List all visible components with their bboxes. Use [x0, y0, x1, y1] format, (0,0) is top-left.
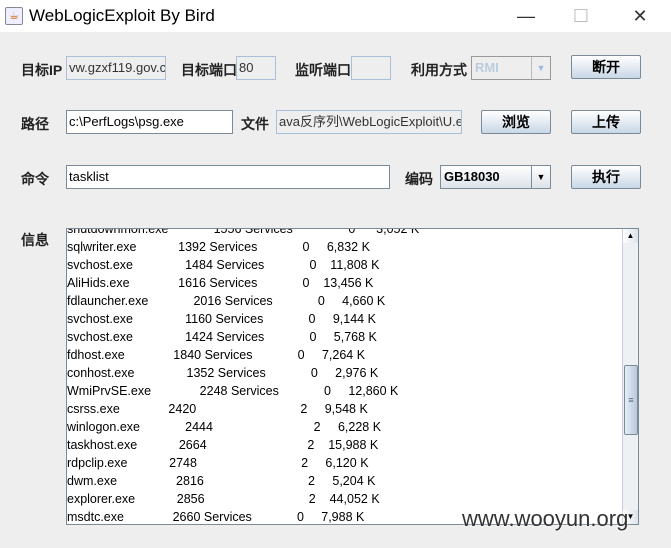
execute-button[interactable]: 执行 [571, 165, 641, 189]
vertical-scrollbar[interactable]: ▲ ≡ ▼ [622, 229, 638, 524]
target-port-field[interactable]: 80 [236, 56, 276, 80]
path-input[interactable]: c:\PerfLogs\psg.exe [66, 110, 233, 134]
output-line: dwm.exe 2816 2 5,204 K [67, 474, 376, 488]
output-line: msdtc.exe 2660 Services 0 7,988 K [67, 510, 365, 524]
maximize-button[interactable]: ☐ [558, 0, 604, 32]
encoding-label: 编码 [405, 171, 433, 187]
disconnect-button[interactable]: 断开 [571, 55, 641, 79]
listen-port-field[interactable] [351, 56, 391, 80]
listen-port-label: 监听端口 [295, 62, 351, 78]
target-ip-label: 目标IP [21, 62, 63, 78]
method-label: 利用方式 [411, 62, 467, 78]
output-line: conhost.exe 1352 Services 0 2,976 K [67, 366, 379, 380]
target-port-label: 目标端口 [181, 62, 237, 78]
output-line: sqlwriter.exe 1392 Services 0 6,832 K [67, 240, 370, 254]
output-line: fdlauncher.exe 2016 Services 0 4,660 K [67, 294, 386, 308]
output-line: explorer.exe 2856 2 44,052 K [67, 492, 380, 506]
scroll-thumb[interactable]: ≡ [624, 365, 638, 435]
info-label: 信息 [21, 232, 49, 248]
method-value: RMI [475, 60, 499, 75]
chevron-down-icon[interactable]: ▼ [531, 57, 550, 79]
close-button[interactable]: ✕ [617, 0, 663, 32]
encoding-select[interactable]: GB18030 ▼ [440, 165, 551, 189]
output-line: taskhost.exe 2664 2 15,988 K [67, 438, 379, 452]
output-line: rdpclip.exe 2748 2 6,120 K [67, 456, 369, 470]
method-select[interactable]: RMI ▼ [471, 56, 551, 80]
upload-button[interactable]: 上传 [571, 110, 641, 134]
output-line: winlogon.exe 2444 2 6,228 K [67, 420, 382, 434]
output-line: svchost.exe 1484 Services 0 11,808 K [67, 258, 380, 272]
scroll-up-icon[interactable]: ▲ [623, 229, 638, 243]
watermark: www.wooyun.org [462, 506, 629, 531]
output-line: WmiPrvSE.exe 2248 Services 0 12,860 K [67, 384, 399, 398]
output-line: csrss.exe 2420 2 9,548 K [67, 402, 368, 416]
command-label: 命令 [21, 171, 49, 187]
encoding-value: GB18030 [444, 169, 500, 184]
file-field[interactable]: ava反序列\WebLogicExploit\U.exe [276, 110, 462, 134]
output-line: fdhost.exe 1840 Services 0 7,264 K [67, 348, 366, 362]
title-bar: ☕ WebLogicExploit By Bird — ☐ ✕ [0, 0, 671, 32]
minimize-button[interactable]: — [503, 0, 549, 32]
target-ip-field[interactable]: vw.gzxf119.gov.cn [66, 56, 166, 80]
output-line: shutdownmon.exe 1556 Services 0 3,052 K [67, 228, 420, 236]
output-line: AliHids.exe 1616 Services 0 13,456 K [67, 276, 374, 290]
browse-button[interactable]: 浏览 [481, 110, 551, 134]
java-icon: ☕ [5, 7, 23, 25]
output-line: svchost.exe 1424 Services 0 5,768 K [67, 330, 377, 344]
command-input[interactable]: tasklist [66, 165, 390, 189]
chevron-down-icon[interactable]: ▼ [531, 166, 550, 188]
window-title: WebLogicExploit By Bird [29, 6, 215, 25]
file-label: 文件 [241, 116, 269, 132]
output-textarea[interactable]: msdtc.exe 2660 Services 0 7,988 K explore… [66, 228, 639, 525]
path-label: 路径 [21, 116, 49, 132]
output-line: svchost.exe 1160 Services 0 9,144 K [67, 312, 376, 326]
